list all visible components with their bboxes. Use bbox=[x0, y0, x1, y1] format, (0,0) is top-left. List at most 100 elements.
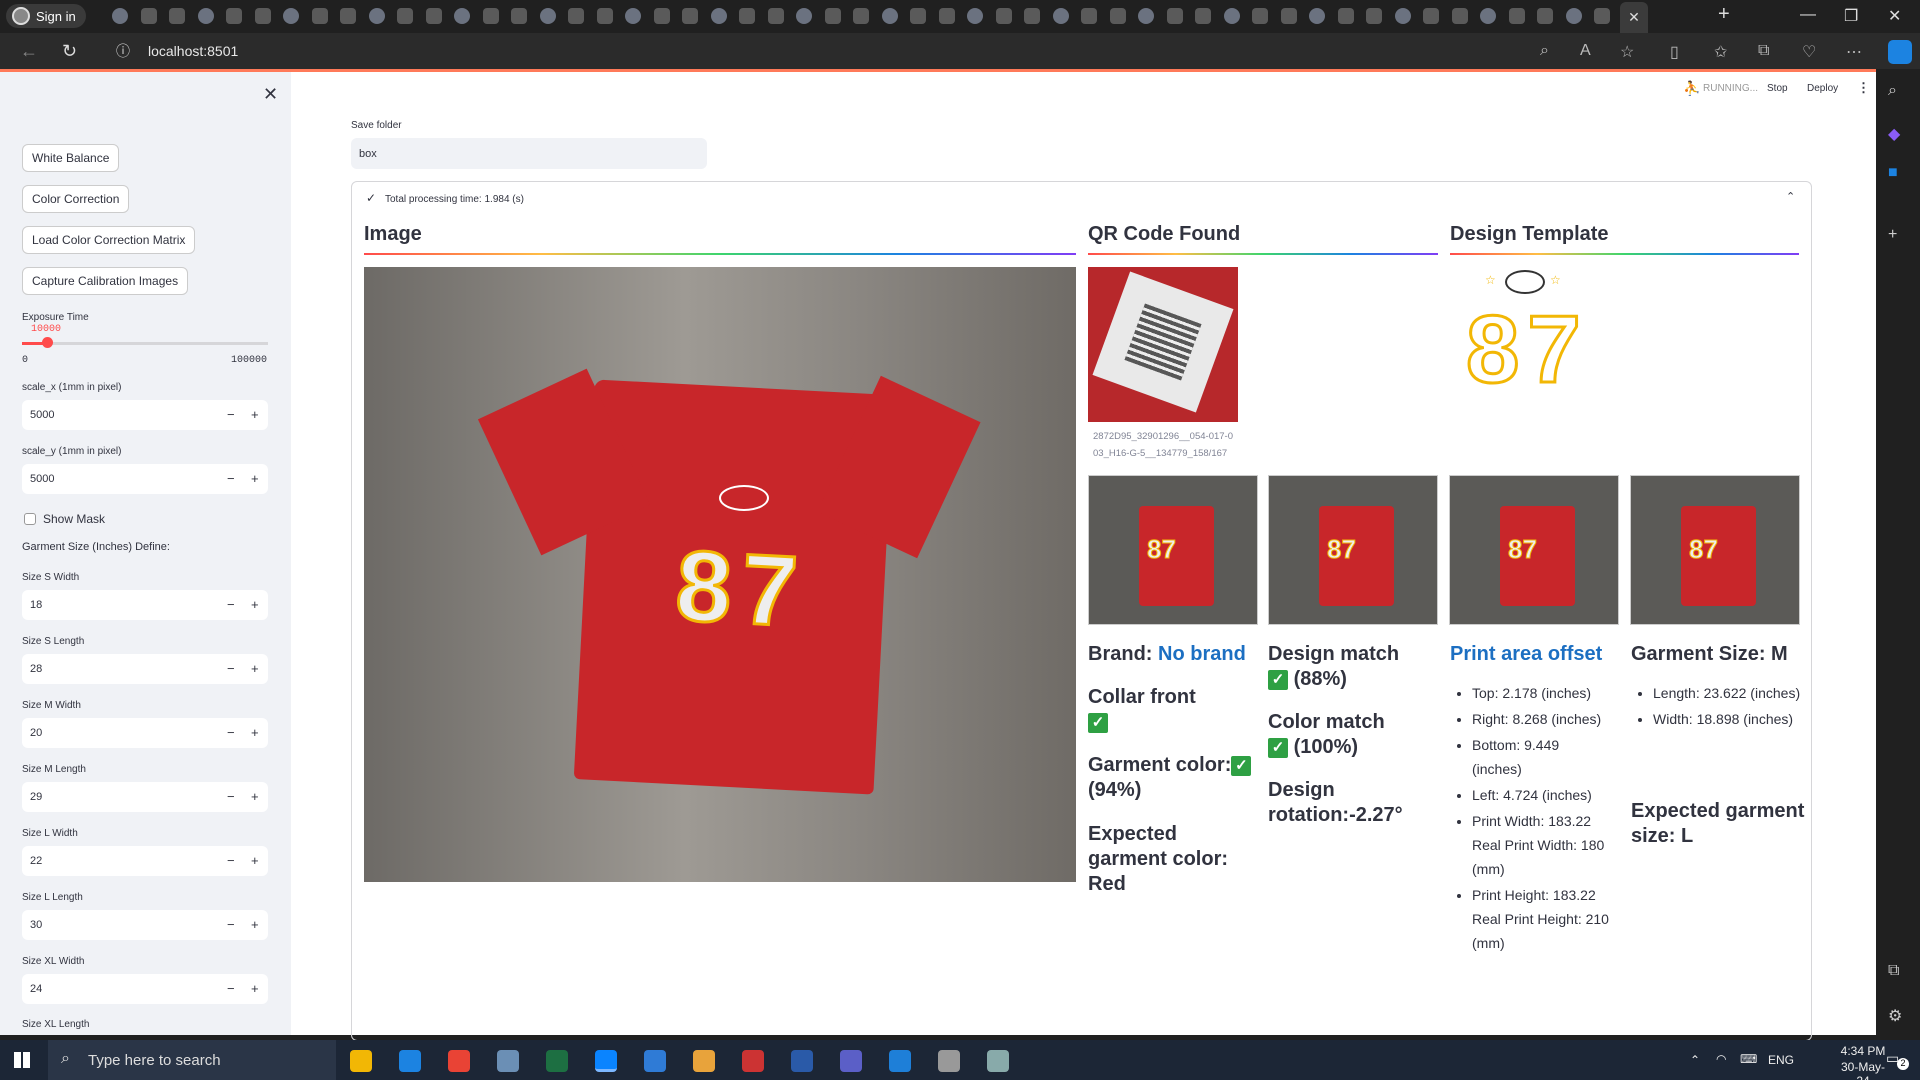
tab-favicon[interactable] bbox=[1166, 8, 1183, 24]
tab-favicon[interactable] bbox=[340, 8, 356, 24]
scale-y-input[interactable]: 5000 − + bbox=[22, 464, 268, 494]
scale-x-input[interactable]: 5000 − + bbox=[22, 400, 268, 430]
tab-favicon[interactable] bbox=[767, 8, 784, 24]
tab-favicon[interactable] bbox=[796, 8, 812, 24]
tab-favicon[interactable] bbox=[1508, 8, 1525, 24]
taskbar-app-icon[interactable] bbox=[644, 1050, 666, 1072]
taskbar-app-icon[interactable] bbox=[987, 1050, 1009, 1072]
restore-icon[interactable]: ❐ bbox=[1844, 6, 1858, 26]
tab-favicon[interactable] bbox=[568, 8, 584, 24]
tab-favicon[interactable] bbox=[1451, 8, 1468, 24]
tray-chevron-icon[interactable]: ⌃ bbox=[1690, 1053, 1700, 1067]
tab-favicon[interactable] bbox=[967, 8, 983, 24]
tab-favicon[interactable] bbox=[425, 8, 442, 24]
increment-icon[interactable]: + bbox=[251, 471, 259, 486]
windows-start-icon[interactable] bbox=[14, 1052, 30, 1068]
tab-favicon[interactable] bbox=[853, 8, 869, 24]
tab-favicon[interactable] bbox=[995, 8, 1012, 24]
tab-favicon[interactable] bbox=[311, 8, 328, 24]
copilot-sidebar-icon[interactable]: ◆ bbox=[1888, 124, 1900, 144]
decrement-icon[interactable]: − bbox=[227, 725, 235, 740]
taskbar-app-icon[interactable] bbox=[791, 1050, 813, 1072]
tab-favicon[interactable] bbox=[197, 8, 214, 24]
new-tab-icon[interactable]: + bbox=[1718, 3, 1730, 26]
close-sidebar-icon[interactable]: ✕ bbox=[263, 84, 278, 105]
tab-favicon[interactable] bbox=[1280, 8, 1297, 24]
increment-icon[interactable]: + bbox=[251, 597, 259, 612]
taskbar-app-icon[interactable] bbox=[448, 1050, 470, 1072]
deploy-button[interactable]: Deploy bbox=[1807, 83, 1838, 94]
url-field[interactable]: localhost:8501 bbox=[148, 43, 238, 59]
tab-favicon[interactable] bbox=[454, 8, 470, 24]
tab-favicon[interactable] bbox=[739, 8, 755, 24]
tab-favicon[interactable] bbox=[511, 8, 527, 24]
back-icon[interactable]: ← bbox=[20, 41, 38, 62]
save-folder-input[interactable]: box bbox=[351, 138, 707, 169]
decrement-icon[interactable]: − bbox=[227, 471, 235, 486]
add-icon[interactable]: + bbox=[1888, 226, 1897, 244]
settings-icon[interactable]: ⚙ bbox=[1888, 1006, 1902, 1026]
tab-favicon[interactable] bbox=[1337, 8, 1354, 24]
color-correction-button[interactable]: Color Correction bbox=[22, 185, 130, 213]
tab-favicon[interactable] bbox=[1052, 8, 1069, 24]
taskbar-app-icon[interactable] bbox=[546, 1050, 568, 1072]
decrement-icon[interactable]: − bbox=[227, 917, 235, 932]
tab-favicon[interactable] bbox=[653, 8, 670, 24]
decrement-icon[interactable]: − bbox=[227, 789, 235, 804]
taskbar-app-icon[interactable] bbox=[595, 1050, 617, 1072]
decrement-icon[interactable]: − bbox=[227, 853, 235, 868]
load-ccm-button[interactable]: Load Color Correction Matrix bbox=[22, 226, 196, 254]
increment-icon[interactable]: + bbox=[251, 661, 259, 676]
size-input[interactable]: 24 − + bbox=[22, 974, 268, 1004]
tab-favicon[interactable] bbox=[112, 8, 128, 24]
read-aloud-icon[interactable]: A bbox=[1580, 42, 1591, 60]
tab-favicon[interactable] bbox=[824, 8, 841, 24]
increment-icon[interactable]: + bbox=[251, 917, 259, 932]
tab-favicon[interactable] bbox=[1109, 8, 1126, 24]
tab-favicon[interactable] bbox=[1565, 8, 1582, 24]
tab-favicon[interactable] bbox=[1309, 8, 1325, 24]
tab-favicon[interactable] bbox=[938, 8, 955, 24]
tab-favicon[interactable] bbox=[254, 8, 271, 24]
decrement-icon[interactable]: − bbox=[227, 981, 235, 996]
tab-favicon[interactable] bbox=[1081, 8, 1097, 24]
size-input[interactable]: 18 − + bbox=[22, 590, 268, 620]
refresh-icon[interactable]: ↻ bbox=[62, 41, 77, 62]
tab-favicon[interactable] bbox=[910, 8, 926, 24]
copilot-icon[interactable] bbox=[1888, 40, 1912, 64]
size-input[interactable]: 22 − + bbox=[22, 846, 268, 876]
stop-button[interactable]: Stop bbox=[1767, 83, 1788, 94]
browser-essentials-icon[interactable]: ♡ bbox=[1802, 42, 1816, 62]
show-mask-checkbox[interactable] bbox=[24, 513, 36, 525]
tab-favicon[interactable] bbox=[1480, 8, 1496, 24]
favorites-icon[interactable]: ✩ bbox=[1714, 42, 1727, 62]
tab-favicon[interactable] bbox=[140, 8, 157, 24]
zoom-icon[interactable]: ⌕ bbox=[1540, 42, 1549, 60]
tab-favicon[interactable] bbox=[368, 8, 385, 24]
screenshot-icon[interactable]: ⧉ bbox=[1888, 962, 1899, 980]
tab-favicon[interactable] bbox=[1252, 8, 1268, 24]
collections-icon[interactable]: ⧉ bbox=[1758, 42, 1769, 60]
increment-icon[interactable]: + bbox=[251, 725, 259, 740]
size-input[interactable]: 30 − + bbox=[22, 910, 268, 940]
network-icon[interactable]: ◠ bbox=[1716, 1052, 1726, 1066]
search-icon[interactable]: ⌕ bbox=[1888, 82, 1897, 100]
tab-favicon[interactable] bbox=[1594, 8, 1610, 24]
tab-favicon[interactable] bbox=[1024, 8, 1040, 24]
close-window-icon[interactable]: ✕ bbox=[1888, 6, 1901, 26]
taskbar-app-icon[interactable] bbox=[840, 1050, 862, 1072]
taskbar-app-icon[interactable] bbox=[399, 1050, 421, 1072]
tab-favicon[interactable] bbox=[482, 8, 499, 24]
tab-favicon[interactable] bbox=[226, 8, 242, 24]
tab-favicon[interactable] bbox=[596, 8, 613, 24]
tab-favicon[interactable] bbox=[283, 8, 299, 24]
decrement-icon[interactable]: − bbox=[227, 661, 235, 676]
profile-signin-button[interactable]: Sign in bbox=[6, 4, 86, 28]
taskbar-app-icon[interactable] bbox=[938, 1050, 960, 1072]
tab-favicon[interactable] bbox=[710, 8, 727, 24]
tab-favicon[interactable] bbox=[625, 8, 641, 24]
increment-icon[interactable]: + bbox=[251, 789, 259, 804]
taskbar-app-icon[interactable] bbox=[742, 1050, 764, 1072]
size-input[interactable]: 28 − + bbox=[22, 654, 268, 684]
size-input[interactable]: 20 − + bbox=[22, 718, 268, 748]
